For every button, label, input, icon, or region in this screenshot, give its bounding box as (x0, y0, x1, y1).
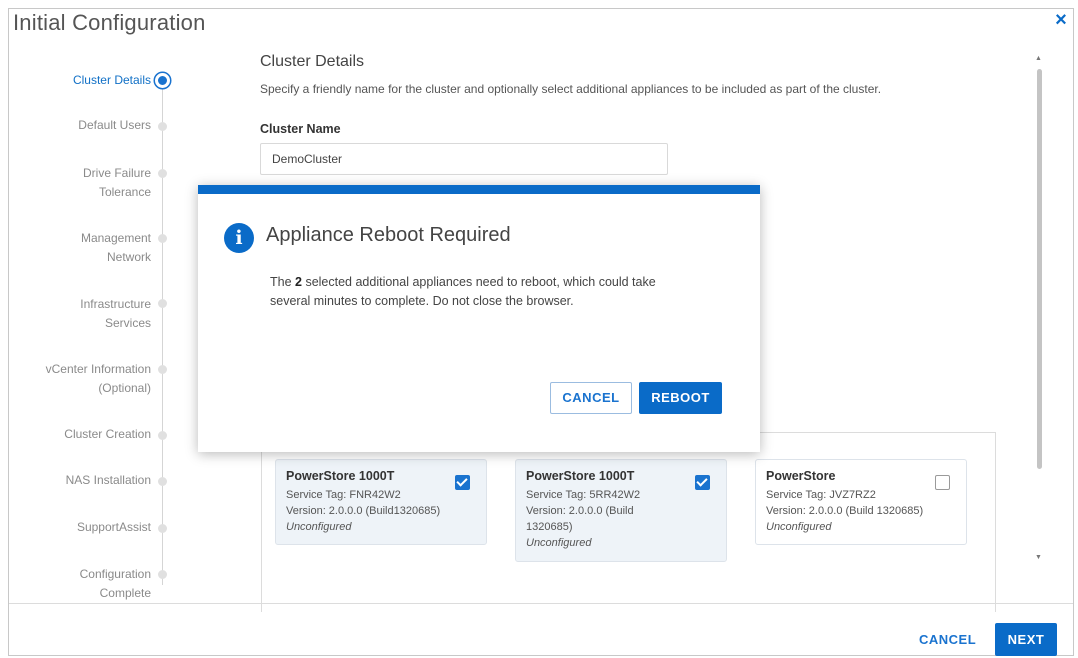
dialog-cancel-button[interactable]: CANCEL (550, 382, 632, 414)
info-icon: i (224, 223, 254, 253)
step-indicator (158, 169, 167, 178)
appliance-checkbox[interactable] (455, 475, 470, 490)
footer-cancel-button[interactable]: CANCEL (919, 632, 976, 647)
step-infrastructure-services[interactable]: Infrastructure Services (80, 295, 151, 333)
reboot-button[interactable]: REBOOT (639, 382, 722, 414)
step-cluster-details[interactable]: Cluster Details (73, 71, 151, 90)
step-indicator (158, 570, 167, 579)
scroll-up-icon[interactable]: ▲ (1035, 55, 1042, 62)
step-indicator (158, 431, 167, 440)
step-indicator (158, 122, 167, 131)
footer-divider (9, 603, 1073, 604)
step-vcenter-information[interactable]: vCenter Information (Optional) (46, 360, 151, 398)
dialog-title: Appliance Reboot Required (266, 224, 511, 246)
stepper-line (162, 85, 163, 585)
wizard-stepper: Cluster Details Default Users Drive Fail… (9, 9, 184, 609)
reboot-required-dialog: i Appliance Reboot Required The 2 select… (198, 185, 760, 452)
step-indicator-active (155, 73, 170, 88)
appliance-checkbox[interactable] (935, 475, 950, 490)
scroll-down-icon[interactable]: ▼ (1035, 554, 1042, 561)
step-indicator (158, 365, 167, 374)
step-supportassist[interactable]: SupportAssist (77, 518, 151, 537)
step-configuration-complete[interactable]: Configuration Complete (80, 565, 151, 603)
step-indicator (158, 299, 167, 308)
appliance-card[interactable]: PowerStore Service Tag: JVZ7RZ2 Version:… (755, 459, 967, 545)
scrollbar-thumb[interactable] (1037, 69, 1042, 469)
appliances-panel: PowerStore 1000T Service Tag: FNR42W2 Ve… (261, 432, 996, 612)
cluster-name-input[interactable] (260, 143, 668, 175)
step-indicator (158, 234, 167, 243)
step-indicator (158, 524, 167, 533)
section-description: Specify a friendly name for the cluster … (260, 82, 882, 96)
step-nas-installation[interactable]: NAS Installation (66, 471, 151, 490)
step-drive-failure-tolerance[interactable]: Drive Failure Tolerance (83, 164, 151, 202)
step-default-users[interactable]: Default Users (78, 116, 151, 135)
dialog-message: The 2 selected additional appliances nee… (270, 275, 656, 308)
appliance-card[interactable]: PowerStore 1000T Service Tag: 5RR42W2 Ve… (515, 459, 727, 562)
appliance-card[interactable]: PowerStore 1000T Service Tag: FNR42W2 Ve… (275, 459, 487, 545)
appliance-checkbox[interactable] (695, 475, 710, 490)
step-indicator (158, 477, 167, 486)
next-button[interactable]: NEXT (995, 623, 1057, 656)
step-cluster-creation[interactable]: Cluster Creation (64, 425, 151, 444)
section-title: Cluster Details (260, 53, 365, 70)
close-icon[interactable]: × (1051, 9, 1071, 31)
step-management-network[interactable]: Management Network (81, 229, 151, 267)
cluster-name-label: Cluster Name (260, 122, 341, 136)
